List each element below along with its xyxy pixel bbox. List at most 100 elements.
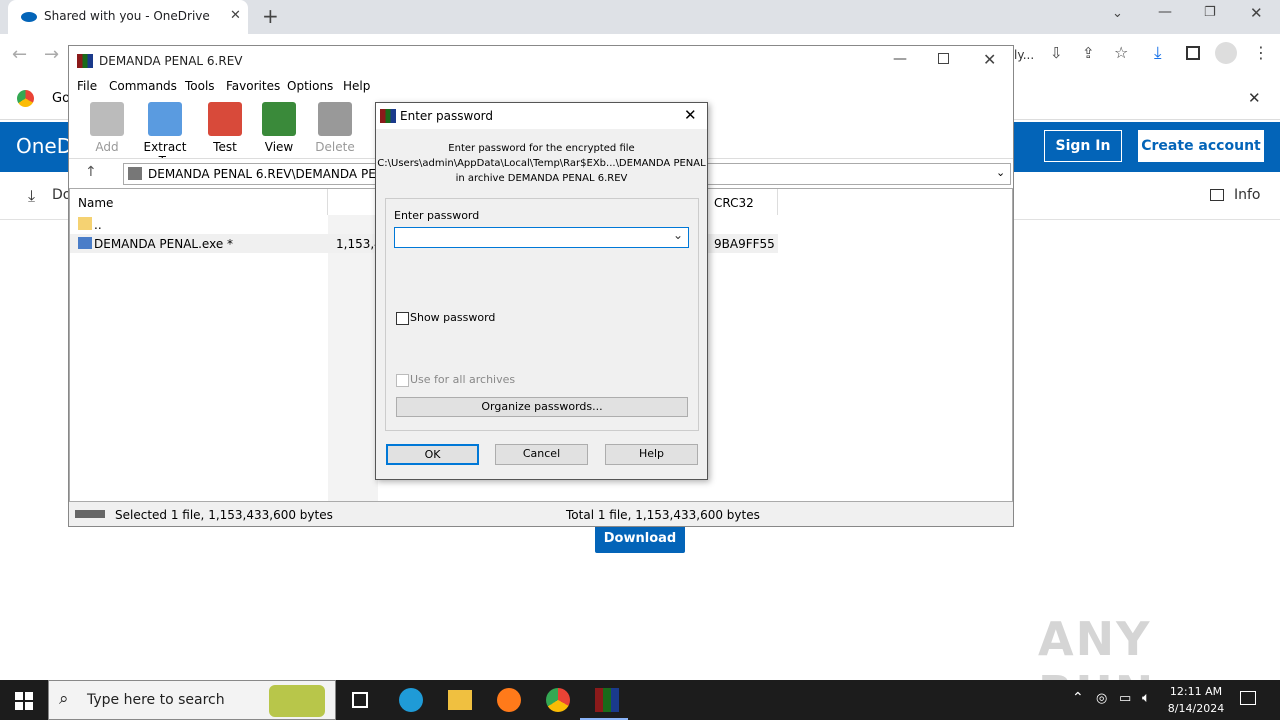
notifications-icon[interactable] [1240, 691, 1256, 705]
kebab-menu-icon[interactable]: ⋮ [1253, 43, 1269, 62]
profile-avatar-icon[interactable] [1215, 42, 1237, 64]
close-info-bar-icon[interactable]: ✕ [1248, 89, 1261, 107]
menu-options[interactable]: Options [287, 79, 333, 93]
chevron-up-icon[interactable]: ⌃ [1072, 690, 1084, 706]
download-icon[interactable]: ⤓ [28, 186, 35, 206]
dialog-title: Enter password [400, 109, 493, 123]
tool-view[interactable]: View [257, 102, 301, 154]
column-header-name[interactable]: Name [70, 189, 328, 215]
tool-add-label: Add [95, 140, 119, 154]
speaker-icon[interactable]: 🔈︎ [1142, 690, 1150, 706]
address-text[interactable]: ly... [1014, 48, 1034, 62]
row-name: .. [94, 218, 102, 232]
search-icon: ⌕ [59, 689, 69, 709]
use-for-all-label: Use for all archives [410, 373, 516, 386]
task-view-icon[interactable] [352, 692, 368, 708]
password-label: Enter password [394, 209, 480, 222]
file-explorer-icon[interactable] [448, 690, 472, 710]
firefox-icon[interactable] [497, 688, 521, 712]
winrar-app-icon [380, 109, 396, 123]
winrar-menubar: File Commands Tools Favorites Options He… [69, 76, 1013, 96]
drive-icon [75, 510, 105, 518]
winrar-taskbar-icon[interactable] [595, 688, 619, 712]
add-archive-icon [90, 102, 124, 136]
folder-icon [78, 217, 92, 230]
minimize-icon[interactable]: — [1158, 4, 1172, 20]
menu-file[interactable]: File [77, 79, 97, 93]
show-password-label[interactable]: Show password [410, 311, 495, 324]
info-icon[interactable] [1210, 189, 1224, 201]
star-icon[interactable]: ☆ [1114, 43, 1128, 62]
tool-add[interactable]: Add [85, 102, 129, 154]
clock[interactable]: 12:11 AM 8/14/2024 [1164, 683, 1228, 717]
chrome-logo-icon [17, 90, 34, 107]
onedrive-cloud-icon [21, 12, 37, 22]
browser-tab-bar: Shared with you - OneDrive ✕ + ⌄ — ❐ ✕ [0, 0, 1280, 34]
chrome-icon[interactable] [546, 688, 570, 712]
restore-icon[interactable]: ❐ [1204, 5, 1216, 20]
chevron-down-icon[interactable]: ⌄ [1112, 6, 1123, 21]
tool-delete[interactable]: Delete [313, 102, 357, 154]
forward-arrow-icon[interactable]: → [44, 44, 59, 65]
password-input[interactable]: ⌄ [394, 227, 689, 248]
password-dialog: Enter password ✕ Enter password for the … [375, 102, 708, 480]
chevron-down-icon[interactable]: ⌄ [996, 166, 1005, 179]
message-line-1: Enter password for the encrypted file [448, 143, 635, 154]
status-selected: Selected 1 file, 1,153,433,600 bytes [115, 508, 333, 522]
search-highlight-icon [269, 685, 325, 717]
column-crc-label: CRC32 [714, 196, 754, 210]
close-icon[interactable]: ✕ [684, 106, 697, 124]
download-button[interactable]: Download [595, 525, 685, 553]
side-panel-icon[interactable] [1186, 46, 1200, 60]
menu-commands[interactable]: Commands [109, 79, 177, 93]
menu-favorites[interactable]: Favorites [226, 79, 280, 93]
show-password-checkbox[interactable] [396, 312, 409, 325]
tab-title: Shared with you - OneDrive [44, 9, 210, 23]
exe-file-icon [78, 237, 92, 249]
browser-tab[interactable]: Shared with you - OneDrive ✕ [8, 0, 248, 34]
close-icon[interactable]: ✕ [983, 50, 996, 69]
onedrive-brand[interactable]: OneD [16, 134, 72, 158]
sign-in-button[interactable]: Sign In [1044, 130, 1122, 162]
organize-passwords-button[interactable]: Organize passwords... [396, 397, 688, 417]
message-line-3: in archive DEMANDA PENAL 6.REV [455, 173, 628, 184]
up-arrow-icon[interactable]: ↑ [85, 164, 97, 180]
taskbar-search[interactable]: ⌕ Type here to search [48, 680, 336, 720]
create-account-button[interactable]: Create account [1138, 130, 1264, 162]
folder-icon [148, 102, 182, 136]
new-tab-icon[interactable]: + [262, 4, 279, 28]
column-name-label: Name [78, 196, 114, 210]
share-icon[interactable]: ⇪ [1082, 44, 1095, 62]
dialog-titlebar: Enter password ✕ [376, 103, 707, 129]
network-icon[interactable]: ◎ [1096, 691, 1107, 706]
back-arrow-icon[interactable]: ← [12, 44, 27, 65]
downloads-icon[interactable]: ⤓ [1154, 43, 1162, 63]
help-button[interactable]: Help [605, 444, 698, 465]
display-icon[interactable]: ▭ [1119, 691, 1131, 706]
tool-delete-label: Delete [315, 140, 355, 154]
maximize-icon[interactable] [938, 53, 949, 64]
menu-tools[interactable]: Tools [185, 79, 215, 93]
minimize-icon[interactable]: — [893, 51, 907, 67]
windows-start-icon[interactable] [15, 692, 33, 710]
ok-button[interactable]: OK [386, 444, 479, 465]
tool-test[interactable]: Test [205, 102, 245, 154]
tool-test-label: Test [213, 140, 237, 154]
status-bar: Selected 1 file, 1,153,433,600 bytes Tot… [69, 504, 1013, 526]
clipboard-check-icon [208, 102, 242, 136]
use-for-all-checkbox [396, 374, 409, 387]
edge-icon[interactable] [399, 688, 423, 712]
close-tab-icon[interactable]: ✕ [230, 8, 241, 23]
column-header-crc[interactable]: CRC32 [706, 189, 778, 215]
message-line-2: C:\Users\admin\AppData\Local\Temp\Rar$EX… [377, 158, 706, 169]
archive-icon [128, 167, 142, 180]
trash-icon [318, 102, 352, 136]
chevron-down-icon[interactable]: ⌄ [673, 228, 683, 242]
password-group: Enter password ⌄ Show password Use for a… [385, 198, 699, 431]
close-window-icon[interactable]: ✕ [1250, 4, 1263, 22]
cancel-button[interactable]: Cancel [495, 444, 588, 465]
menu-help[interactable]: Help [343, 79, 370, 93]
row-crc: 9BA9FF55 [714, 237, 775, 251]
install-icon[interactable]: ⇩ [1050, 44, 1063, 62]
info-command[interactable]: Info [1234, 187, 1261, 203]
